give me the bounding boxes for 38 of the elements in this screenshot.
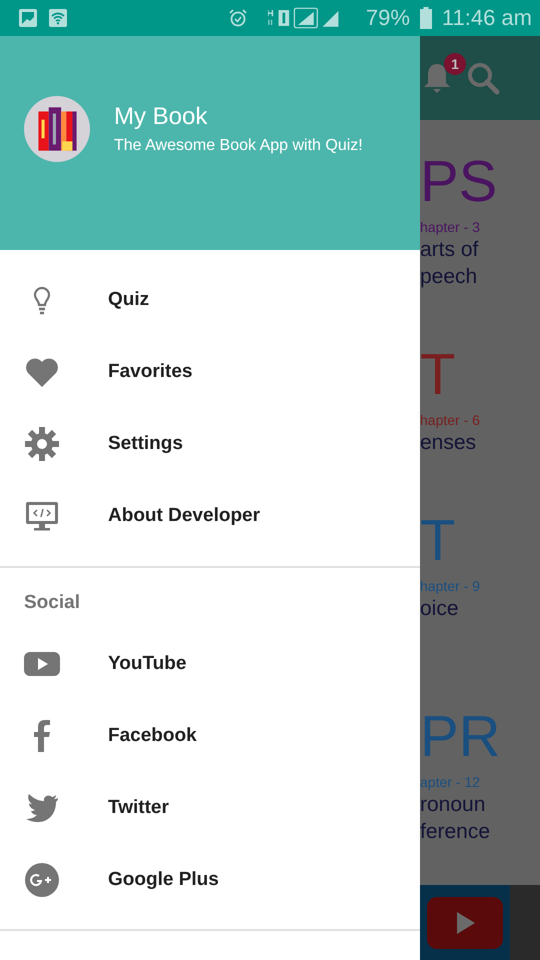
search-icon[interactable] xyxy=(466,61,500,95)
battery-icon xyxy=(420,7,432,29)
battery-percentage: 79% xyxy=(366,5,410,31)
settings-icon xyxy=(24,426,60,462)
clock-time: 11:46 am xyxy=(442,5,532,31)
menu-item[interactable]: Facebook xyxy=(0,700,420,772)
alarm-icon xyxy=(228,8,248,28)
chapter-abbreviation: PS xyxy=(420,150,498,214)
menu-item[interactable]: Twitter xyxy=(0,772,420,844)
chapter-title: oice xyxy=(420,596,460,622)
menu-item[interactable]: About Developer xyxy=(0,480,420,552)
chapter-number: apter - 12 xyxy=(420,773,481,791)
google-plus-icon xyxy=(24,862,60,898)
notification-badge: 1 xyxy=(444,53,466,75)
chapter-abbreviation: PR xyxy=(420,705,502,769)
menu-item[interactable]: Google Plus xyxy=(0,844,420,916)
chapter-title: ference xyxy=(420,819,492,845)
chapter-title: enses xyxy=(420,430,478,456)
chapter-abbreviation: T xyxy=(420,509,456,573)
chapter-abbreviation: T xyxy=(420,343,456,407)
app-subtitle: The Awesome Book App with Quiz! xyxy=(114,137,363,155)
chapter-number: hapter - 9 xyxy=(420,577,481,595)
menu-item[interactable]: Quiz xyxy=(0,264,420,336)
chapter-title: arts of xyxy=(420,237,480,263)
wifi-icon xyxy=(48,8,68,28)
chapter-number: hapter - 6 xyxy=(420,411,481,429)
chapter-title: ronoun xyxy=(420,792,486,818)
section-heading: Social xyxy=(24,592,81,614)
books-logo-icon xyxy=(24,96,90,162)
menu-item[interactable]: Favorites xyxy=(0,336,420,408)
chapter-title: peech xyxy=(420,264,478,290)
image-icon xyxy=(18,8,38,28)
chapter-number: hapter - 3 xyxy=(420,218,481,236)
menu-item[interactable]: YouTube xyxy=(0,628,420,700)
menu-item[interactable]: Settings xyxy=(0,408,420,480)
bell-icon[interactable] xyxy=(422,61,452,95)
video-play-icon[interactable] xyxy=(427,896,503,948)
app-title: My Book xyxy=(114,103,208,131)
